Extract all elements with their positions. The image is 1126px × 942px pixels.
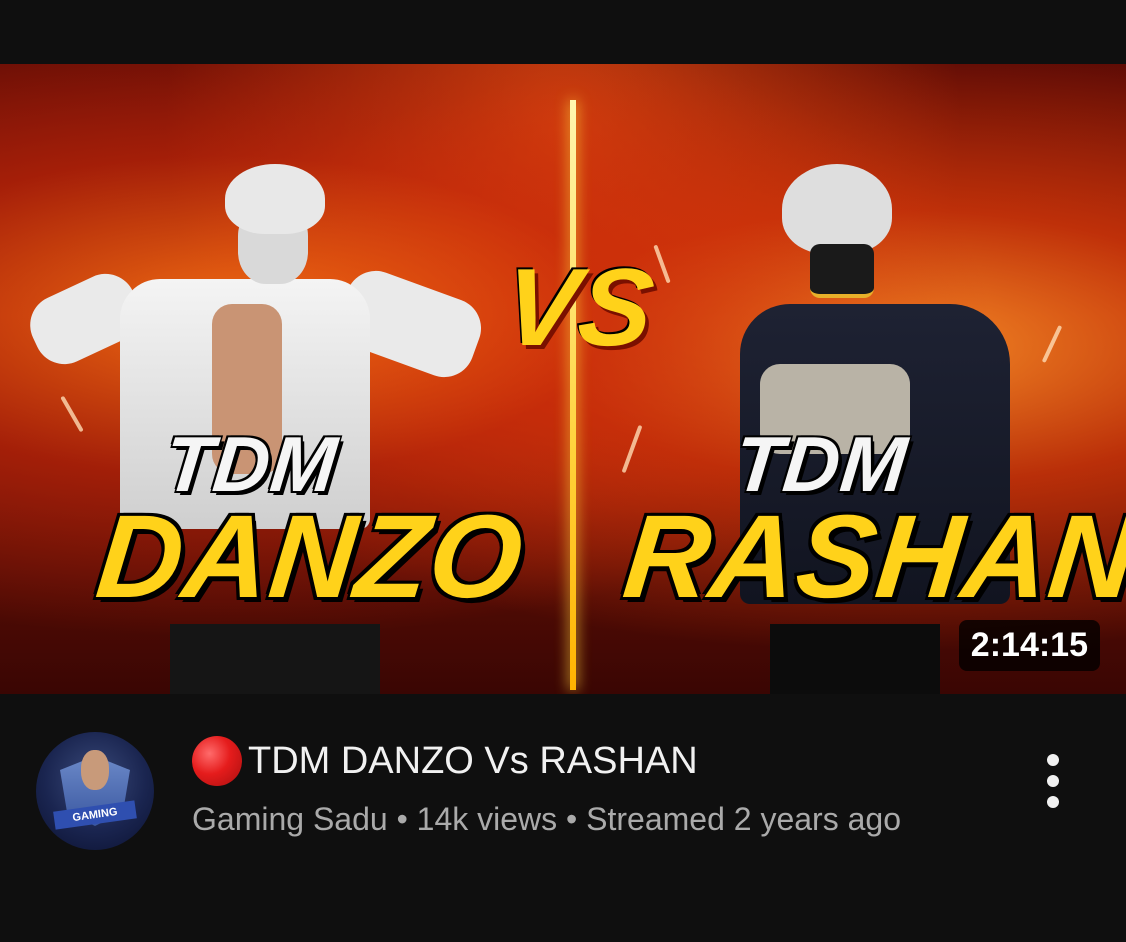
left-character-hair — [225, 164, 325, 234]
light-streak — [621, 424, 643, 474]
light-streak — [60, 395, 84, 433]
thumbnail-left-name: DANZO — [91, 491, 530, 623]
more-options-icon[interactable] — [1038, 754, 1068, 808]
meta-separator: • — [566, 801, 578, 837]
video-title[interactable]: TDM DANZO Vs RASHAN — [248, 740, 698, 783]
view-count: 14k views — [416, 801, 558, 837]
stream-date: Streamed 2 years ago — [586, 801, 901, 837]
video-subtitle: Gaming Sadu • 14k views • Streamed 2 yea… — [192, 796, 952, 842]
kebab-dot — [1047, 754, 1059, 766]
video-thumbnail[interactable]: VS TDM DANZO TDM RASHAN 2:14:15 — [0, 64, 1126, 694]
kebab-dot — [1047, 775, 1059, 787]
right-character-legs — [770, 624, 940, 694]
red-circle-icon — [192, 736, 242, 786]
thumbnail-right-name: RASHAN — [618, 489, 1126, 625]
thumbnail-divider — [570, 100, 576, 690]
right-character-mask — [810, 244, 874, 298]
left-character-legs — [170, 624, 380, 694]
channel-name[interactable]: Gaming Sadu — [192, 801, 388, 837]
avatar-person — [81, 750, 109, 790]
kebab-dot — [1047, 796, 1059, 808]
light-streak — [1041, 325, 1063, 363]
meta-separator: • — [396, 801, 408, 837]
video-duration-badge: 2:14:15 — [958, 620, 1100, 671]
right-character-hair — [782, 164, 892, 254]
video-meta: GAMING TDM DANZO Vs RASHAN Gaming Sadu •… — [0, 694, 1126, 942]
video-title-row[interactable]: TDM DANZO Vs RASHAN — [192, 736, 698, 786]
thumbnail-vs-text: VS — [498, 246, 661, 369]
channel-avatar[interactable]: GAMING — [36, 732, 154, 850]
